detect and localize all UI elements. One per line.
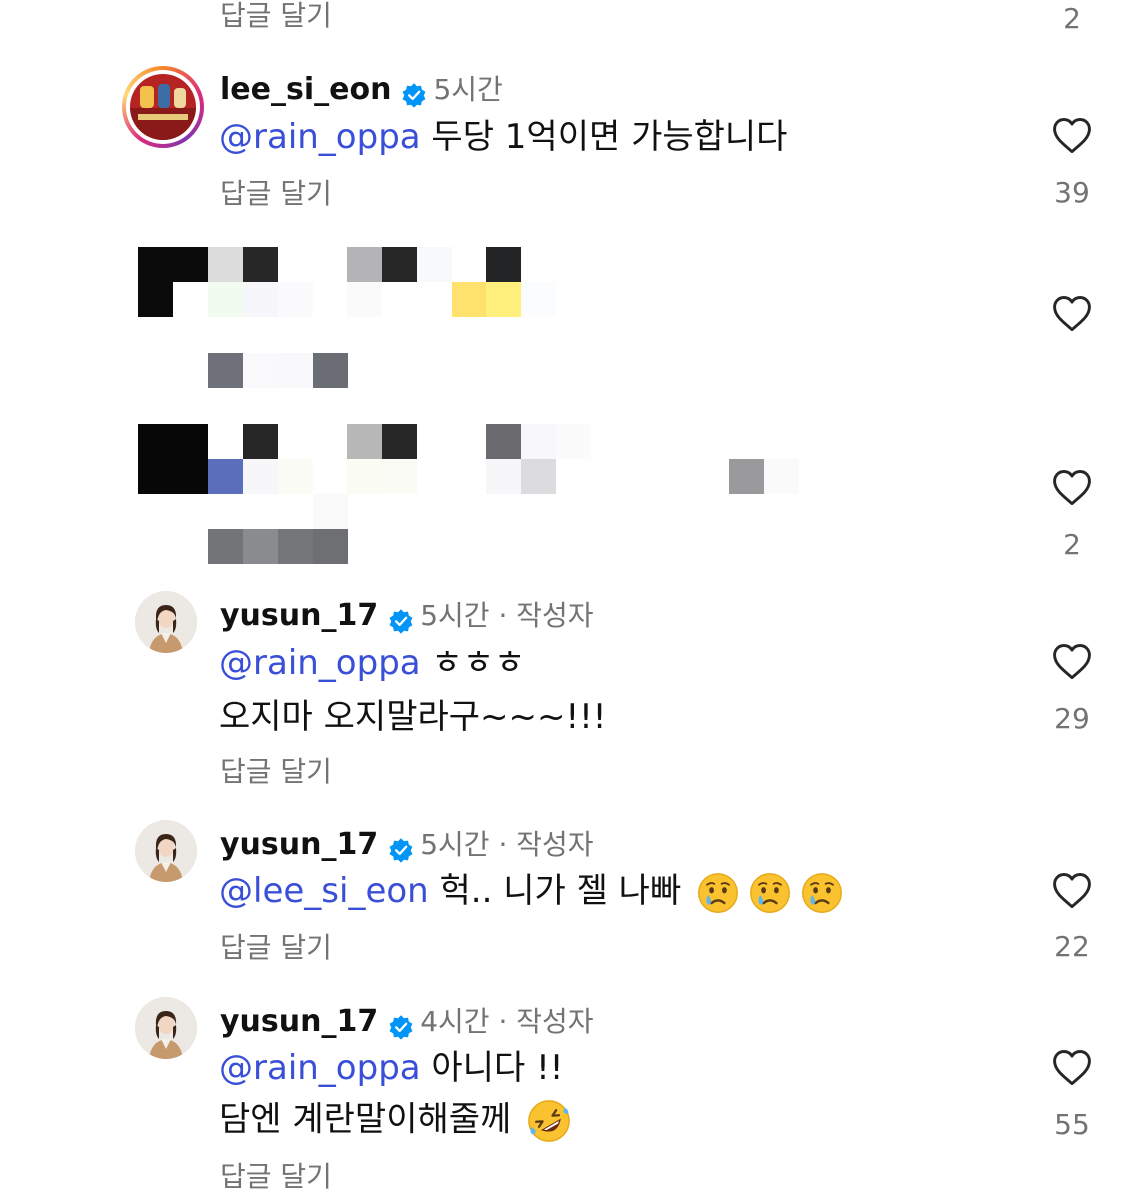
like-count: 2 (1063, 528, 1081, 561)
author-tag: · 작성자 (489, 828, 594, 861)
mention-link[interactable]: @lee_si_eon (219, 871, 429, 911)
avatar[interactable] (135, 820, 197, 882)
reply-button[interactable]: 답글 달기 (220, 926, 332, 966)
username[interactable]: yusun_17 (220, 598, 378, 633)
comment-text: @lee_si_eon 헉.. 니가 젤 나빠 (219, 870, 844, 915)
comment-text: @rain_oppa 두당 1억이면 가능합니다 (219, 117, 788, 157)
like-count: 39 (1054, 176, 1090, 209)
verified-badge-icon (388, 837, 414, 863)
reply-button[interactable]: 답글 달기 (220, 172, 332, 212)
avatar[interactable] (135, 591, 197, 653)
heart-icon[interactable] (1050, 1046, 1094, 1090)
crying-face-icon (800, 871, 844, 915)
heart-icon[interactable] (1050, 114, 1094, 158)
mention-link[interactable]: @rain_oppa (219, 643, 421, 683)
comment-text-line: 담엔 계란말이해줄께 (219, 1098, 572, 1144)
verified-badge-icon (388, 1014, 414, 1040)
mention-link[interactable]: @rain_oppa (219, 1048, 421, 1088)
comment-text: @rain_oppa 아니다 !! (219, 1048, 564, 1088)
rolling-on-floor-laughing-icon (526, 1098, 572, 1144)
heart-icon[interactable] (1050, 869, 1094, 913)
like-count: 2 (1063, 2, 1081, 35)
avatar-image (130, 74, 196, 140)
username[interactable]: yusun_17 (220, 1004, 378, 1039)
crying-face-icon (748, 871, 792, 915)
username[interactable]: lee_si_eon (220, 72, 391, 107)
timestamp: 5시간 (433, 73, 503, 106)
timestamp: 4시간 (420, 1005, 490, 1038)
comment-text: @rain_oppa ㅎㅎㅎ (219, 643, 526, 683)
heart-icon[interactable] (1050, 466, 1094, 510)
verified-badge-icon (401, 82, 427, 108)
reply-button[interactable]: 답글 달기 (220, 1155, 332, 1195)
verified-badge-icon (388, 608, 414, 634)
timestamp: 5시간 (420, 599, 490, 632)
avatar[interactable] (135, 997, 197, 1059)
timestamp: 5시간 (420, 828, 490, 861)
mention-link[interactable]: @rain_oppa (219, 117, 421, 157)
author-tag: · 작성자 (489, 1005, 594, 1038)
heart-icon[interactable] (1050, 292, 1094, 336)
avatar[interactable] (122, 66, 204, 148)
reply-button[interactable]: 답글 달기 (220, 0, 332, 34)
heart-icon[interactable] (1050, 640, 1094, 684)
crying-face-icon (696, 871, 740, 915)
like-count: 29 (1054, 702, 1090, 735)
like-count: 55 (1054, 1108, 1090, 1141)
author-tag: · 작성자 (489, 599, 594, 632)
comment-text-line: 오지마 오지말라구~~~!!! (219, 697, 607, 737)
username[interactable]: yusun_17 (220, 827, 378, 862)
like-count: 22 (1054, 930, 1090, 963)
reply-button[interactable]: 답글 달기 (220, 750, 332, 790)
